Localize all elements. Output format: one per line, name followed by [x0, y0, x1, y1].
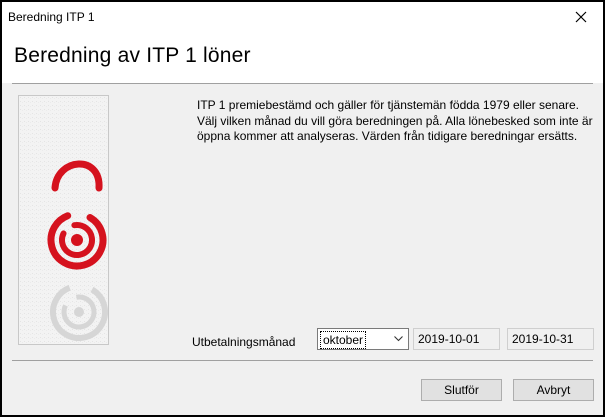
- chevron-down-icon[interactable]: [390, 330, 407, 348]
- dialog-window: Beredning ITP 1 Beredning av ITP 1 löner: [0, 0, 605, 417]
- description-line: öppna kommer att analyseras. Värden från…: [197, 129, 578, 143]
- payout-month-label: Utbetalningsmånad: [192, 335, 296, 349]
- finish-button[interactable]: Slutför: [421, 379, 502, 401]
- date-to-field: 2019-10-31: [507, 328, 594, 350]
- wizard-header: Beredning av ITP 1 löner: [2, 32, 603, 83]
- close-button[interactable]: [559, 2, 603, 32]
- title-bar: Beredning ITP 1: [2, 2, 603, 32]
- logo-image: [19, 96, 108, 344]
- date-from-field: 2019-10-01: [413, 328, 500, 350]
- payout-month-select[interactable]: oktober: [317, 328, 409, 350]
- close-icon: [575, 11, 587, 23]
- wizard-side-image: [18, 95, 109, 345]
- page-title: Beredning av ITP 1 löner: [14, 44, 251, 67]
- footer-divider: [12, 360, 593, 361]
- description-text: ITP 1 premiebestämd och gäller för tjäns…: [197, 98, 593, 145]
- cancel-button[interactable]: Avbryt: [513, 379, 594, 401]
- description-line: ITP 1 premiebestämd och gäller för tjäns…: [197, 98, 579, 112]
- window-title: Beredning ITP 1: [8, 10, 95, 24]
- header-divider: [12, 83, 593, 84]
- description-line: Välj vilken månad du vill göra beredning…: [197, 113, 593, 128]
- payout-month-value: oktober: [320, 331, 367, 349]
